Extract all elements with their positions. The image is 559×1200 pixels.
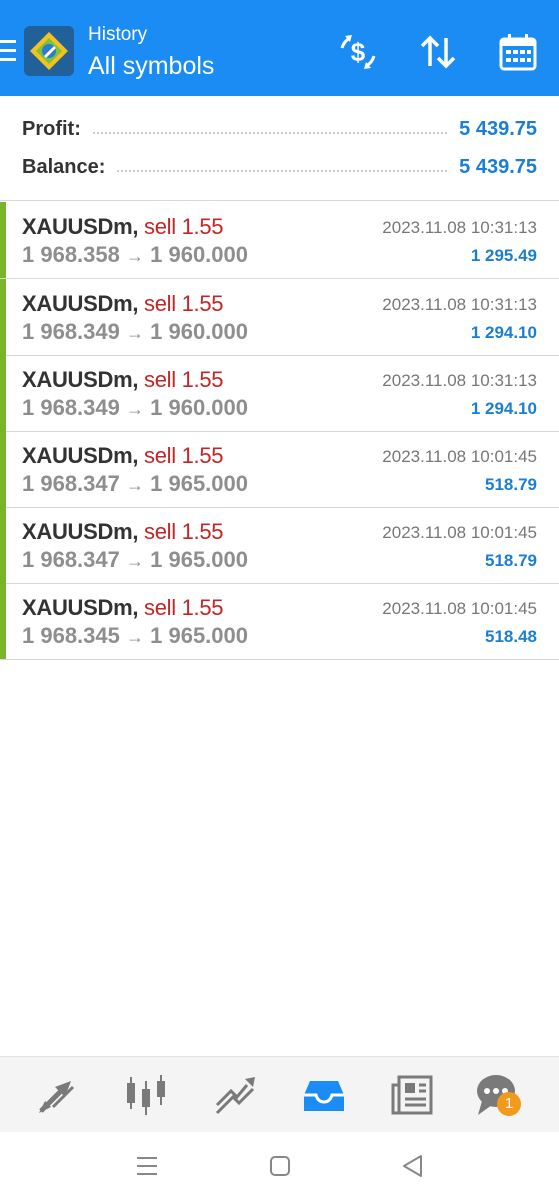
trade-status-bar <box>0 355 6 431</box>
trade-prices: 1 968.349 → 1 960.000 <box>22 319 248 345</box>
balance-leader-dots <box>117 170 448 172</box>
trade-side: sell 1.55 <box>144 519 224 544</box>
trade-symbol: XAUUSDm, <box>22 214 139 239</box>
trade-time: 2023.11.08 10:01:45 <box>382 599 537 618</box>
profit-value: 5 439.75 <box>459 117 537 140</box>
trade-title: XAUUSDm, sell 1.55 <box>22 367 224 393</box>
trade-symbol: XAUUSDm, <box>22 367 139 392</box>
back-icon[interactable] <box>397 1150 429 1182</box>
trade-prices: 1 968.347 → 1 965.000 <box>22 547 248 573</box>
arrow-right-icon: → <box>126 627 144 647</box>
account-summary: Profit: 5 439.75 Balance: 5 439.75 <box>0 96 559 201</box>
trade-prices: 1 968.347 → 1 965.000 <box>22 471 248 497</box>
trade-side: sell 1.55 <box>144 291 224 316</box>
trade-time: 2023.11.08 10:31:13 <box>382 218 537 237</box>
trade-symbol: XAUUSDm, <box>22 595 139 620</box>
trade-close-price: 1 960.000 <box>150 395 248 420</box>
arrow-right-icon: → <box>126 399 144 419</box>
quotes-icon[interactable] <box>33 1071 81 1119</box>
trade-profit: 518.79 <box>485 551 537 570</box>
trade-profit: 1 294.10 <box>470 323 537 342</box>
trade-open-price: 1 968.347 <box>22 547 120 572</box>
trade-prices: 1 968.345 → 1 965.000 <box>22 623 248 649</box>
bottom-tab-bar <box>0 1056 559 1133</box>
trade-side: sell 1.55 <box>144 595 224 620</box>
history-icon[interactable] <box>300 1071 348 1119</box>
menu-icon[interactable] <box>0 40 16 64</box>
trade-title: XAUUSDm, sell 1.55 <box>22 595 224 621</box>
home-icon[interactable] <box>264 1150 296 1182</box>
trade-open-price: 1 968.345 <box>22 623 120 648</box>
trade-side: sell 1.55 <box>144 214 224 239</box>
trade-open-price: 1 968.349 <box>22 319 120 344</box>
arrow-right-icon: → <box>126 551 144 571</box>
sort-icon[interactable] <box>416 30 460 74</box>
trade-title: XAUUSDm, sell 1.55 <box>22 291 224 317</box>
trade-side: sell 1.55 <box>144 367 224 392</box>
profit-label: Profit: <box>22 117 81 140</box>
trade-open-price: 1 968.349 <box>22 395 120 420</box>
trade-symbol: XAUUSDm, <box>22 291 139 316</box>
trade-profit: 1 295.49 <box>470 246 537 265</box>
trade-prices: 1 968.349 → 1 960.000 <box>22 395 248 421</box>
trade-title: XAUUSDm, sell 1.55 <box>22 519 224 545</box>
trade-open-price: 1 968.347 <box>22 471 120 496</box>
trade-profit: 518.79 <box>485 475 537 494</box>
arrow-right-icon: → <box>126 475 144 495</box>
trade-row[interactable]: XAUUSDm, sell 1.55 1 968.358 → 1 960.000… <box>0 202 559 279</box>
trade-row[interactable]: XAUUSDm, sell 1.55 1 968.347 → 1 965.000… <box>0 431 559 508</box>
trade-status-bar <box>0 583 6 659</box>
trade-row[interactable]: XAUUSDm, sell 1.55 1 968.349 → 1 960.000… <box>0 279 559 356</box>
trade-row[interactable]: XAUUSDm, sell 1.55 1 968.345 → 1 965.000… <box>0 583 559 660</box>
top-app-bar: History All symbols $ <box>0 0 559 96</box>
chart-icon[interactable] <box>122 1071 170 1119</box>
header-subtitle: History <box>88 24 148 45</box>
trade-time: 2023.11.08 10:01:45 <box>382 523 537 542</box>
trade-time: 2023.11.08 10:31:13 <box>382 371 537 390</box>
trade-close-price: 1 965.000 <box>150 547 248 572</box>
trade-status-bar <box>0 202 6 278</box>
trade-row[interactable]: XAUUSDm, sell 1.55 1 968.349 → 1 960.000… <box>0 355 559 432</box>
system-nav-bar <box>0 1132 559 1200</box>
balance-value: 5 439.75 <box>459 155 537 178</box>
trade-symbol: XAUUSDm, <box>22 519 139 544</box>
trade-profit: 518.48 <box>485 627 537 646</box>
balance-label: Balance: <box>22 155 106 178</box>
trade-open-price: 1 968.358 <box>22 242 120 267</box>
trade-title: XAUUSDm, sell 1.55 <box>22 214 224 240</box>
calendar-icon[interactable] <box>496 30 540 74</box>
profit-leader-dots <box>92 132 448 134</box>
arrow-right-icon: → <box>126 323 144 343</box>
currency-exchange-icon[interactable]: $ <box>336 30 380 74</box>
app-logo-icon <box>24 26 74 76</box>
balance-row: Balance: 5 439.75 <box>22 152 537 182</box>
profit-row: Profit: 5 439.75 <box>22 114 537 144</box>
trade-icon[interactable] <box>211 1071 259 1119</box>
trade-title: XAUUSDm, sell 1.55 <box>22 443 224 469</box>
trade-close-price: 1 960.000 <box>150 242 248 267</box>
trade-status-bar <box>0 279 6 355</box>
arrow-right-icon: → <box>126 246 144 266</box>
trade-close-price: 1 960.000 <box>150 319 248 344</box>
trade-row[interactable]: XAUUSDm, sell 1.55 1 968.347 → 1 965.000… <box>0 507 559 584</box>
trade-close-price: 1 965.000 <box>150 623 248 648</box>
notification-badge: 1 <box>497 1092 521 1116</box>
news-icon[interactable] <box>389 1071 437 1119</box>
svg-text:$: $ <box>351 37 366 67</box>
trade-symbol: XAUUSDm, <box>22 443 139 468</box>
trade-close-price: 1 965.000 <box>150 471 248 496</box>
trade-prices: 1 968.358 → 1 960.000 <box>22 242 248 268</box>
trade-profit: 1 294.10 <box>470 399 537 418</box>
trade-time: 2023.11.08 10:01:45 <box>382 447 537 466</box>
trade-time: 2023.11.08 10:31:13 <box>382 295 537 314</box>
header-title[interactable]: All symbols <box>88 52 214 81</box>
recents-icon[interactable] <box>131 1150 163 1182</box>
trade-status-bar <box>0 431 6 507</box>
trade-side: sell 1.55 <box>144 443 224 468</box>
trade-status-bar <box>0 507 6 583</box>
